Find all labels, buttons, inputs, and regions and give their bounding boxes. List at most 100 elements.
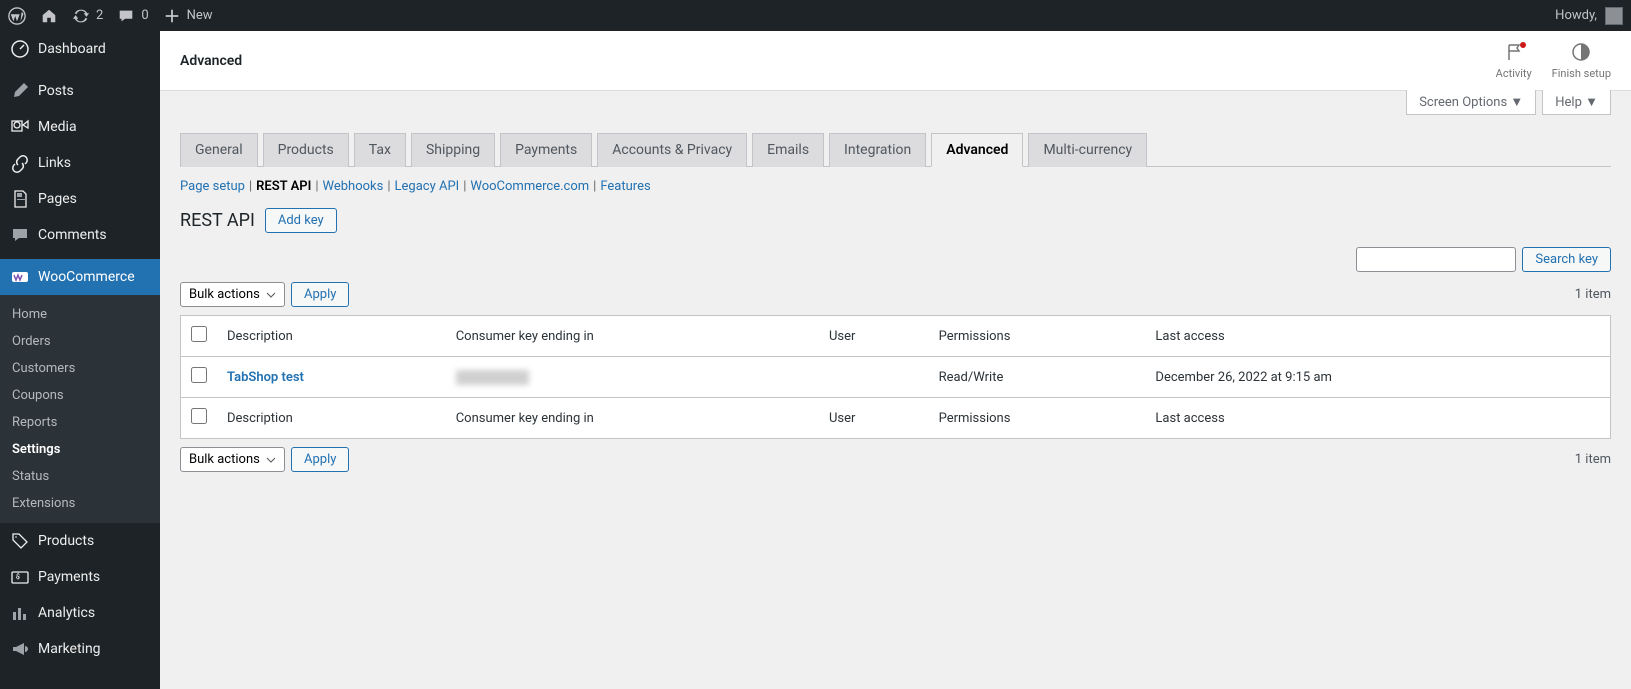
admin-sidebar: Dashboard Posts Media Links Pages Commen… bbox=[0, 31, 160, 689]
sidebar-item-label: Marketing bbox=[38, 641, 101, 657]
sidebar-item-label: Links bbox=[38, 155, 71, 171]
col-user-foot: User bbox=[819, 398, 929, 439]
api-keys-table: Description Consumer key ending in User … bbox=[180, 315, 1611, 439]
tab-emails[interactable]: Emails bbox=[752, 133, 824, 167]
tab-products[interactable]: Products bbox=[263, 133, 349, 167]
select-all-bottom[interactable] bbox=[191, 408, 207, 424]
sidebar-item-label: Comments bbox=[38, 227, 107, 243]
tab-shipping[interactable]: Shipping bbox=[411, 133, 495, 167]
sidebar-item-media[interactable]: Media bbox=[0, 109, 160, 145]
sidebar-item-label: Products bbox=[38, 533, 94, 549]
home-icon[interactable] bbox=[40, 7, 58, 25]
col-description[interactable]: Description bbox=[217, 316, 446, 357]
subsub-woocommerce-com[interactable]: WooCommerce.com bbox=[470, 179, 589, 194]
add-key-button[interactable]: Add key bbox=[265, 208, 337, 233]
search-key-input[interactable] bbox=[1356, 247, 1516, 272]
col-user[interactable]: User bbox=[819, 316, 929, 357]
sidebar-item-posts[interactable]: Posts bbox=[0, 73, 160, 109]
sidebar-item-woocommerce[interactable]: WooCommerce bbox=[0, 259, 160, 295]
bulk-actions-select-bottom[interactable]: Bulk actions bbox=[180, 447, 285, 472]
section-title: REST API bbox=[180, 210, 255, 231]
sidebar-item-label: Media bbox=[38, 119, 77, 135]
search-key-button[interactable]: Search key bbox=[1522, 247, 1611, 272]
howdy-label: Howdy, bbox=[1555, 8, 1597, 23]
row-description-link[interactable]: TabShop test bbox=[227, 370, 304, 385]
col-description-foot: Description bbox=[217, 398, 446, 439]
activity-label: Activity bbox=[1496, 67, 1532, 80]
sidebar-item-dashboard[interactable]: Dashboard bbox=[0, 31, 160, 67]
sub-orders[interactable]: Orders bbox=[0, 328, 160, 355]
tab-integration[interactable]: Integration bbox=[829, 133, 926, 167]
sidebar-item-label: Posts bbox=[38, 83, 74, 99]
settings-tabs: General Products Tax Shipping Payments A… bbox=[180, 133, 1611, 167]
table-row: TabShop test …XXXXXXX Read/Write Decembe… bbox=[181, 357, 1611, 398]
howdy-link[interactable]: Howdy, bbox=[1555, 8, 1597, 23]
sub-status[interactable]: Status bbox=[0, 463, 160, 490]
col-consumer-key-foot: Consumer key ending in bbox=[446, 398, 819, 439]
svg-text:$: $ bbox=[16, 573, 20, 581]
activity-button[interactable]: Activity bbox=[1496, 42, 1532, 80]
sidebar-item-label: Analytics bbox=[38, 605, 95, 621]
wp-logo[interactable] bbox=[8, 7, 26, 25]
screen-options-tab[interactable]: Screen Options ▼ bbox=[1406, 90, 1536, 115]
sub-reports[interactable]: Reports bbox=[0, 409, 160, 436]
sidebar-item-payments[interactable]: $ Payments bbox=[0, 559, 160, 595]
finish-setup-button[interactable]: Finish setup bbox=[1552, 42, 1611, 80]
select-all-top[interactable] bbox=[191, 326, 207, 342]
tab-accounts[interactable]: Accounts & Privacy bbox=[597, 133, 747, 167]
row-last-access: December 26, 2022 at 9:15 am bbox=[1145, 357, 1610, 398]
new-label: New bbox=[187, 8, 213, 23]
finish-label: Finish setup bbox=[1552, 67, 1611, 80]
setup-icon bbox=[1571, 42, 1591, 65]
sidebar-item-links[interactable]: Links bbox=[0, 145, 160, 181]
tab-tax[interactable]: Tax bbox=[354, 133, 406, 167]
tab-payments[interactable]: Payments bbox=[500, 133, 592, 167]
updates-link[interactable]: 2 bbox=[72, 7, 103, 25]
row-key-ending: …XXXXXXX bbox=[456, 370, 530, 385]
sidebar-item-pages[interactable]: Pages bbox=[0, 181, 160, 217]
comments-link[interactable]: 0 bbox=[117, 7, 148, 25]
item-count-top: 1 item bbox=[1575, 287, 1611, 302]
sidebar-item-marketing[interactable]: Marketing bbox=[0, 631, 160, 667]
sub-extensions[interactable]: Extensions bbox=[0, 490, 160, 517]
subsub-webhooks[interactable]: Webhooks bbox=[323, 179, 384, 194]
sidebar-item-label: Payments bbox=[38, 569, 100, 585]
apply-button-bottom[interactable]: Apply bbox=[291, 447, 349, 472]
admin-toolbar: 2 0 New Howdy, bbox=[0, 0, 1631, 31]
sub-home[interactable]: Home bbox=[0, 301, 160, 328]
tab-general[interactable]: General bbox=[180, 133, 258, 167]
tab-advanced[interactable]: Advanced bbox=[931, 133, 1023, 167]
woocommerce-submenu: Home Orders Customers Coupons Reports Se… bbox=[0, 295, 160, 523]
tab-multicurrency[interactable]: Multi-currency bbox=[1028, 133, 1147, 167]
subsub-rest-api[interactable]: REST API bbox=[256, 179, 311, 194]
sidebar-item-products[interactable]: Products bbox=[0, 523, 160, 559]
bulk-actions-select-top[interactable]: Bulk actions bbox=[180, 282, 285, 307]
sub-settings[interactable]: Settings bbox=[0, 436, 160, 463]
col-last-access[interactable]: Last access bbox=[1145, 316, 1610, 357]
sidebar-item-label: WooCommerce bbox=[38, 269, 135, 285]
apply-button-top[interactable]: Apply bbox=[291, 282, 349, 307]
row-checkbox[interactable] bbox=[191, 367, 207, 383]
flag-icon bbox=[1504, 42, 1524, 65]
sub-customers[interactable]: Customers bbox=[0, 355, 160, 382]
comments-count: 0 bbox=[141, 8, 148, 23]
new-link[interactable]: New bbox=[163, 7, 213, 25]
sidebar-item-label: Dashboard bbox=[38, 41, 106, 57]
subsub-features[interactable]: Features bbox=[600, 179, 650, 194]
sub-coupons[interactable]: Coupons bbox=[0, 382, 160, 409]
col-permissions[interactable]: Permissions bbox=[929, 316, 1146, 357]
page-header: Advanced Activity Finish setup bbox=[160, 31, 1631, 91]
page-title: Advanced bbox=[180, 53, 242, 69]
sub-nav: Page setup| REST API| Webhooks| Legacy A… bbox=[180, 179, 1611, 194]
col-permissions-foot: Permissions bbox=[929, 398, 1146, 439]
avatar[interactable] bbox=[1605, 7, 1623, 25]
sidebar-item-analytics[interactable]: Analytics bbox=[0, 595, 160, 631]
subsub-legacy-api[interactable]: Legacy API bbox=[395, 179, 460, 194]
sidebar-item-comments[interactable]: Comments bbox=[0, 217, 160, 253]
col-last-access-foot: Last access bbox=[1145, 398, 1610, 439]
col-consumer-key[interactable]: Consumer key ending in bbox=[446, 316, 819, 357]
subsub-page-setup[interactable]: Page setup bbox=[180, 179, 245, 194]
row-permissions: Read/Write bbox=[929, 357, 1146, 398]
help-tab[interactable]: Help ▼ bbox=[1542, 90, 1611, 115]
row-user bbox=[819, 357, 929, 398]
